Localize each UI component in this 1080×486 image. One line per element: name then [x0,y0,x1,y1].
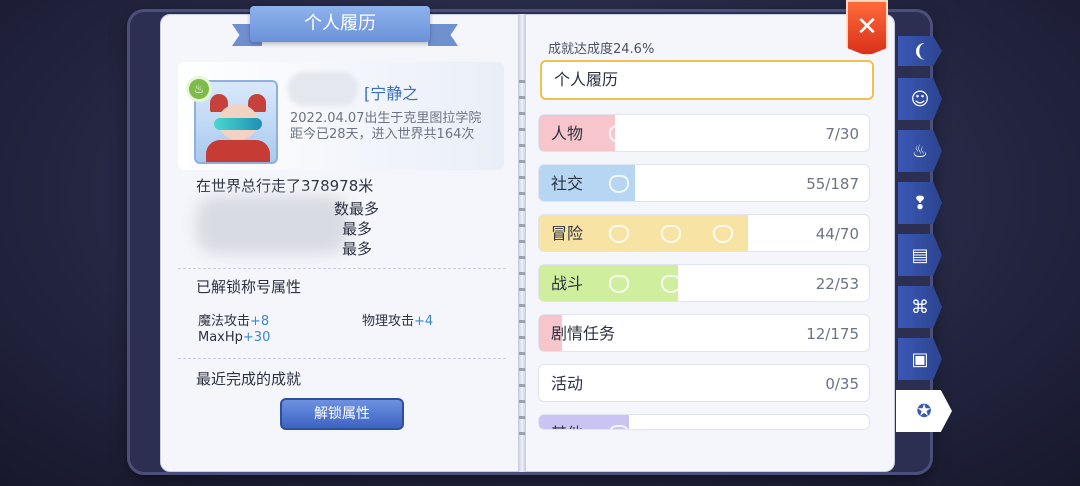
player-name-blurred [288,72,358,106]
attr-physical-attack: 物理攻击+4 [362,314,434,329]
achievement-category-label: 战斗 [551,274,584,293]
briefcase-icon[interactable]: ▣ [898,338,942,380]
achievement-category-label: 其他 [551,415,583,429]
achievement-count: 55/187 [806,175,859,193]
book-icon[interactable]: ▤ [898,234,942,276]
wing-icon[interactable]: ❨ [898,36,942,66]
cat-face-icon [661,225,681,243]
avatar-body [206,140,270,162]
spine-rings [519,80,525,440]
achievement-count: 0/35 [825,375,859,393]
cat-face-icon [661,275,681,293]
achievement-row[interactable]: 活动 0/35 [538,364,870,402]
achievement-count: 44/70 [815,225,859,243]
card-icon[interactable]: ⌘ [898,286,942,328]
chef-hat-icon[interactable]: ♨ [898,130,942,172]
achievement-row[interactable]: 战斗 22/53 [538,264,870,302]
unlock-attributes-button[interactable]: 解锁属性 [280,398,404,430]
walk-stat: 在世界总行走了378978米 [196,177,374,195]
cat-face-icon [713,225,733,243]
birth-line: 2022.04.07出生于克里图拉学院 [290,111,482,126]
stat-tail: 数最多 [334,200,380,218]
recent-achievements-heading: 最近完成的成就 [196,370,302,388]
avatar-visor [214,118,262,130]
cat-face-icon [609,275,629,293]
cat-face-icon [609,125,629,143]
close-icon[interactable]: ✕ [846,0,888,56]
face-icon[interactable]: ☺ [898,78,942,120]
player-title: [宁静之 [364,84,419,103]
profile-dates: 2022.04.07出生于克里图拉学院 距今已28天，进入世界共164次 [290,111,481,143]
achievement-row[interactable]: 其他 [538,414,870,430]
stat-tail: 最多 [342,240,373,258]
medal-icon[interactable]: ✪ [896,390,952,432]
divider [178,268,506,269]
stat-tail: 最多 [342,220,373,238]
cat-face-icon [609,175,629,193]
title-attrs-heading: 已解锁称号属性 [196,278,302,296]
achievement-row[interactable]: 人物 7/30 [538,114,870,152]
cat-face-icon [609,225,629,243]
divider [178,358,506,359]
chef-hat-icon: ♨ [186,76,212,102]
achievement-category-label: 剧情任务 [551,324,616,343]
cat-face-icon [609,425,629,429]
achievement-row[interactable]: 冒险 44/70 [538,214,870,252]
cat-face-icon [765,225,785,243]
achievement-category-label: 冒险 [551,224,584,243]
attr-maxhp: MaxHp+30 [198,330,271,345]
page-title: 个人履历 [250,6,430,42]
idea-icon[interactable]: ❢ [898,182,942,224]
achievement-progress: 成就达成度24.6% [548,42,655,57]
achievement-row[interactable]: 剧情任务 12/175 [538,314,870,352]
achievement-category-label: 人物 [551,124,584,143]
achievement-row[interactable]: 社交 55/187 [538,164,870,202]
achievement-count: 22/53 [815,275,859,293]
category-selector[interactable]: 个人履历 [540,60,874,100]
achievement-category-label: 活动 [551,374,584,393]
days-line: 距今已28天，进入世界共164次 [290,127,475,142]
achievement-count: 12/175 [806,325,859,343]
achievement-category-label: 社交 [551,174,584,193]
achievement-count: 7/30 [825,125,859,143]
blurred-stats [196,196,348,254]
attr-magic-attack: 魔法攻击+8 [198,314,270,329]
